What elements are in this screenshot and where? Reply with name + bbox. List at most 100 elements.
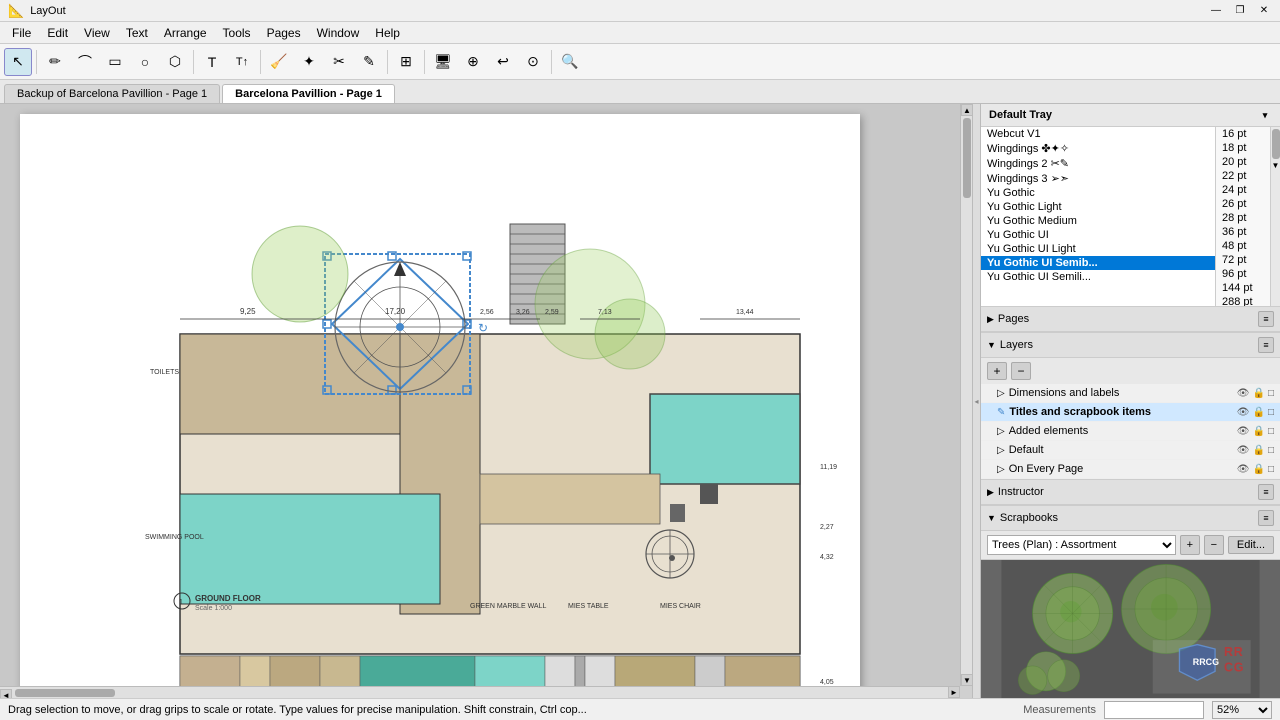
instructor-action-btn[interactable]: ≡ — [1258, 484, 1274, 500]
vertical-scrollbar[interactable]: ▲ ▼ — [960, 104, 972, 686]
grid-tool[interactable]: ⊞ — [392, 48, 420, 76]
fontsize-18[interactable]: 18 pt — [1216, 141, 1270, 155]
fontsize-48[interactable]: 48 pt — [1216, 239, 1270, 253]
pages-action-btn[interactable]: ≡ — [1258, 311, 1274, 327]
font-item-yugothicuisemil[interactable]: Yu Gothic UI Semili... — [981, 270, 1215, 284]
scrapbooks-action-btn[interactable]: ≡ — [1258, 510, 1274, 526]
font-item-yugothic[interactable]: Yu Gothic — [981, 186, 1215, 200]
scroll-left-arrow[interactable]: ◄ — [0, 689, 12, 698]
menu-edit[interactable]: Edit — [39, 24, 76, 42]
scaled-drawing-tool[interactable]: T↑ — [228, 48, 256, 76]
font-item-yugothicuilight[interactable]: Yu Gothic UI Light — [981, 242, 1215, 256]
scissors-tool[interactable]: ✂ — [325, 48, 353, 76]
select-tool[interactable]: ↖ — [4, 48, 32, 76]
restore-button[interactable]: ❐ — [1232, 3, 1248, 19]
rectangle-tool[interactable]: ▭ — [101, 48, 129, 76]
close-button[interactable]: ✕ — [1256, 3, 1272, 19]
font-item-yugothicmedium[interactable]: Yu Gothic Medium — [981, 214, 1215, 228]
scrapbook-preview[interactable]: RRCG R R C G — [981, 560, 1280, 698]
font-item-wingdings2[interactable]: Wingdings 2 ✂✎ — [981, 156, 1215, 171]
menu-view[interactable]: View — [76, 24, 118, 42]
menu-arrange[interactable]: Arrange — [156, 24, 215, 42]
tab-barcelona[interactable]: Barcelona Pavillion - Page 1 — [222, 84, 395, 103]
font-item-yugothicui[interactable]: Yu Gothic UI — [981, 228, 1215, 242]
menu-help[interactable]: Help — [367, 24, 408, 42]
minimize-button[interactable]: — — [1208, 3, 1224, 19]
font-names-list[interactable]: Webcut V1 Wingdings ✤✦✧ Wingdings 2 ✂✎ W… — [981, 127, 1215, 306]
measurements-input[interactable] — [1104, 701, 1204, 719]
pages-section-header[interactable]: ▶ Pages ≡ — [981, 307, 1280, 332]
page-edit[interactable]: ⊙ — [519, 48, 547, 76]
layer-visibility-dimensions[interactable]: 👁 — [1237, 388, 1250, 399]
fontsize-28[interactable]: 28 pt — [1216, 211, 1270, 225]
remove-layer-button[interactable]: − — [1011, 362, 1031, 380]
fontsize-16[interactable]: 16 pt — [1216, 127, 1270, 141]
menu-text[interactable]: Text — [118, 24, 156, 42]
tab-backup[interactable]: Backup of Barcelona Pavillion - Page 1 — [4, 84, 220, 103]
style-tool[interactable]: ✦ — [295, 48, 323, 76]
arc-tool[interactable]: ⌒ — [71, 48, 99, 76]
layer-visibility-titles[interactable]: 👁 — [1237, 407, 1250, 418]
pencil-tool[interactable]: ✎ — [355, 48, 383, 76]
layer-row-added[interactable]: ▷ Added elements 👁 🔒 □ — [981, 422, 1280, 441]
layer-lock-titles[interactable]: 🔒 — [1253, 407, 1265, 418]
fontsize-36[interactable]: 36 pt — [1216, 225, 1270, 239]
scroll-up-arrow[interactable]: ▲ — [961, 104, 972, 116]
layer-row-everypage[interactable]: ▷ On Every Page 👁 🔒 □ — [981, 460, 1280, 479]
fontsize-22[interactable]: 22 pt — [1216, 169, 1270, 183]
line-tool[interactable]: ✏ — [41, 48, 69, 76]
layers-action-btn[interactable]: ≡ — [1258, 337, 1274, 353]
font-sizes-list[interactable]: 16 pt 18 pt 20 pt 22 pt 24 pt 26 pt 28 p… — [1215, 127, 1270, 306]
fontsize-96[interactable]: 96 pt — [1216, 267, 1270, 281]
horizontal-scrollbar[interactable]: ◄ ► — [0, 686, 960, 698]
scroll-right-arrow[interactable]: ► — [948, 686, 960, 698]
layer-color-added[interactable]: □ — [1268, 426, 1274, 437]
fontsize-26[interactable]: 26 pt — [1216, 197, 1270, 211]
layer-color-titles[interactable]: □ — [1268, 407, 1274, 418]
layer-color-default[interactable]: □ — [1268, 445, 1274, 456]
layer-visibility-added[interactable]: 👁 — [1237, 426, 1250, 437]
layer-row-dimensions[interactable]: ▷ Dimensions and labels 👁 🔒 □ — [981, 384, 1280, 403]
scrapbook-edit-button[interactable]: Edit... — [1228, 536, 1274, 554]
scroll-down-arrow[interactable]: ▼ — [961, 674, 972, 686]
panel-collapse-button[interactable]: ▾ — [1258, 108, 1272, 122]
scroll-thumb-h[interactable] — [15, 689, 115, 697]
menu-window[interactable]: Window — [309, 24, 368, 42]
font-item-wingdings[interactable]: Wingdings ✤✦✧ — [981, 141, 1215, 156]
scrapbook-add-button[interactable]: + — [1180, 535, 1200, 555]
fontsize-72[interactable]: 72 pt — [1216, 253, 1270, 267]
layer-lock-added[interactable]: 🔒 — [1253, 426, 1265, 437]
zoom-tool[interactable]: 🔍 — [556, 48, 584, 76]
layer-visibility-everypage[interactable]: 👁 — [1237, 464, 1250, 475]
zoom-select[interactable]: 52% 25% 50% 75% 100% 150% 200% — [1212, 701, 1272, 719]
layer-visibility-default[interactable]: 👁 — [1237, 445, 1250, 456]
menu-file[interactable]: File — [4, 24, 39, 42]
layer-lock-dimensions[interactable]: 🔒 — [1253, 388, 1265, 399]
instructor-section-header[interactable]: ▶ Instructor ≡ — [981, 480, 1280, 505]
panel-collapse-bar[interactable]: ◂ — [972, 104, 980, 698]
menu-tools[interactable]: Tools — [215, 24, 259, 42]
font-item-yugothiclight[interactable]: Yu Gothic Light — [981, 200, 1215, 214]
font-list-scrollbar[interactable]: ▼ — [1270, 127, 1280, 306]
layer-row-default[interactable]: ▷ Default 👁 🔒 □ — [981, 441, 1280, 460]
page-prev[interactable]: ⊕ — [459, 48, 487, 76]
layer-color-everypage[interactable]: □ — [1268, 464, 1274, 475]
font-scrollbar-thumb[interactable] — [1272, 129, 1280, 159]
insert-tool[interactable]: 🖥 — [429, 48, 457, 76]
fontsize-24[interactable]: 24 pt — [1216, 183, 1270, 197]
layer-color-dimensions[interactable]: □ — [1268, 388, 1274, 399]
fontsize-20[interactable]: 20 pt — [1216, 155, 1270, 169]
layer-lock-everypage[interactable]: 🔒 — [1253, 464, 1265, 475]
page-next[interactable]: ↩ — [489, 48, 517, 76]
menu-pages[interactable]: Pages — [259, 24, 309, 42]
canvas-area[interactable]: ↻ 9,25 17,20 2,56 3,26 — [0, 104, 972, 698]
layers-section-header[interactable]: ▼ Layers ≡ — [981, 333, 1280, 358]
scrapbooks-section-header[interactable]: ▼ Scrapbooks ≡ — [981, 506, 1280, 531]
eraser-tool[interactable]: 🧹 — [265, 48, 293, 76]
scrapbook-remove-button[interactable]: − — [1204, 535, 1224, 555]
circle-tool[interactable]: ○ — [131, 48, 159, 76]
font-item-webcut[interactable]: Webcut V1 — [981, 127, 1215, 141]
layer-lock-default[interactable]: 🔒 — [1253, 445, 1265, 456]
fontsize-144[interactable]: 144 pt — [1216, 281, 1270, 295]
font-item-yugothicuisemib[interactable]: Yu Gothic UI Semib... — [981, 256, 1215, 270]
